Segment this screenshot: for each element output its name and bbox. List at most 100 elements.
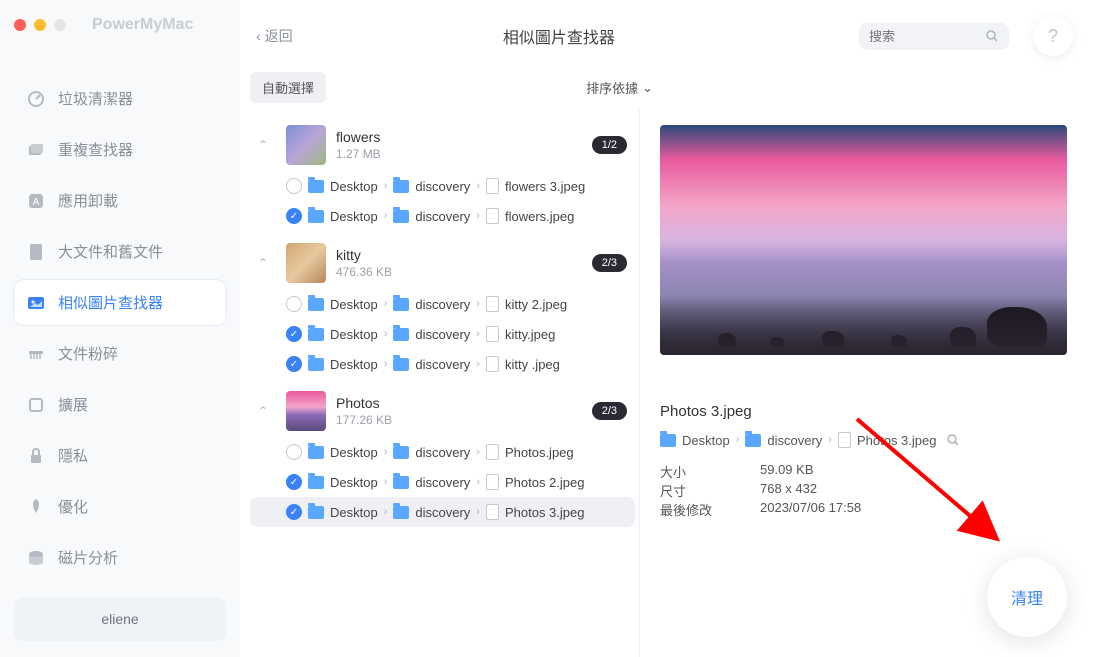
- file-name: flowers 3.jpeg: [505, 179, 585, 194]
- help-button[interactable]: ?: [1033, 16, 1073, 56]
- result-group: ⌃ Photos 177.26 KB 2/3 Desktop›discovery›…: [250, 385, 635, 527]
- auto-select-button[interactable]: 自動選擇: [250, 72, 326, 103]
- zoom-window-button[interactable]: [54, 19, 66, 31]
- file-checkbox[interactable]: [286, 178, 302, 194]
- app-icon: A: [26, 191, 46, 211]
- close-window-button[interactable]: [14, 19, 26, 31]
- path-segment: Desktop: [682, 433, 730, 448]
- file-checkbox[interactable]: [286, 296, 302, 312]
- sidebar-item-similar-image-finder[interactable]: 相似圖片查找器: [14, 280, 226, 325]
- chevron-right-icon: ›: [476, 476, 480, 488]
- file-checkbox[interactable]: [286, 444, 302, 460]
- sidebar-item-label: 擴展: [58, 394, 88, 415]
- file-icon: [486, 504, 499, 520]
- group-header[interactable]: ⌃ flowers 1.27 MB 1/2: [250, 119, 635, 171]
- file-icon: [486, 178, 499, 194]
- chevron-right-icon: ›: [476, 358, 480, 370]
- lock-icon: [26, 446, 46, 466]
- results-list[interactable]: ⌃ flowers 1.27 MB 1/2Desktop›discovery›f…: [240, 109, 640, 657]
- group-info: kitty 476.36 KB: [336, 247, 582, 279]
- back-button[interactable]: ‹ 返回: [250, 22, 299, 50]
- file-name: kitty .jpeg: [505, 357, 560, 372]
- file-row[interactable]: Desktop›discovery›Photos.jpeg: [250, 437, 635, 467]
- path-segment: Photos 3.jpeg: [857, 433, 937, 448]
- disk-icon: [26, 548, 46, 568]
- file-checkbox[interactable]: [286, 356, 302, 372]
- sort-label: 排序依據: [586, 78, 638, 97]
- sidebar-item-junk-cleaner[interactable]: 垃圾清潔器: [14, 76, 226, 121]
- path-segment: discovery: [415, 297, 470, 312]
- collapse-icon[interactable]: ⌃: [258, 256, 276, 270]
- chevron-right-icon: ›: [384, 210, 388, 222]
- file-name: Photos.jpeg: [505, 445, 574, 460]
- group-thumbnail: [286, 391, 326, 431]
- group-count-badge: 2/3: [592, 254, 627, 272]
- sidebar-item-app-uninstall[interactable]: A 應用卸載: [14, 178, 226, 223]
- minimize-window-button[interactable]: [34, 19, 46, 31]
- reveal-in-finder-button[interactable]: [946, 433, 960, 447]
- image-icon: [26, 293, 46, 313]
- sidebar-item-large-old-files[interactable]: 大文件和舊文件: [14, 229, 226, 274]
- chevron-right-icon: ›: [828, 434, 832, 446]
- search-input[interactable]: [869, 29, 985, 44]
- sidebar-item-label: 磁片分析: [58, 547, 118, 568]
- group-header[interactable]: ⌃ Photos 177.26 KB 2/3: [250, 385, 635, 437]
- collapse-icon[interactable]: ⌃: [258, 404, 276, 418]
- clean-button[interactable]: 清理: [987, 557, 1067, 637]
- group-size: 177.26 KB: [336, 413, 582, 427]
- sidebar-item-privacy[interactable]: 隱私: [14, 433, 226, 478]
- group-name: flowers: [336, 129, 582, 145]
- folder-icon: [393, 358, 409, 371]
- search-field-wrap[interactable]: [859, 23, 1009, 50]
- question-icon: ?: [1048, 26, 1058, 47]
- file-checkbox[interactable]: [286, 208, 302, 224]
- folder-icon: [745, 434, 761, 447]
- sidebar-item-label: 優化: [58, 496, 88, 517]
- sidebar-item-duplicate-finder[interactable]: 重複查找器: [14, 127, 226, 172]
- result-group: ⌃ flowers 1.27 MB 1/2Desktop›discovery›f…: [250, 119, 635, 231]
- folder-icon: [393, 476, 409, 489]
- file-row[interactable]: Desktop›discovery›Photos 3.jpeg: [250, 497, 635, 527]
- file-row[interactable]: Desktop›discovery›kitty.jpeg: [250, 319, 635, 349]
- file-row[interactable]: Desktop›discovery›flowers 3.jpeg: [250, 171, 635, 201]
- folder-icon: [308, 506, 324, 519]
- path-segment: Desktop: [330, 327, 378, 342]
- sidebar-item-disk-analysis[interactable]: 磁片分析: [14, 535, 226, 580]
- file-checkbox[interactable]: [286, 474, 302, 490]
- file-checkbox[interactable]: [286, 326, 302, 342]
- preview-path: Desktop›discovery›Photos 3.jpeg: [660, 432, 1067, 448]
- path-segment: Desktop: [330, 445, 378, 460]
- sort-dropdown[interactable]: 排序依據 ⌄: [586, 78, 653, 97]
- file-checkbox[interactable]: [286, 504, 302, 520]
- group-header[interactable]: ⌃ kitty 476.36 KB 2/3: [250, 237, 635, 289]
- search-icon: [985, 29, 999, 43]
- main-area: ‹ 返回 相似圖片查找器 ? 自動選擇 排序依據 ⌄ ⌃ flowers 1.2…: [240, 0, 1097, 657]
- meta-dimensions-label: 尺寸: [660, 481, 760, 500]
- sidebar-item-optimize[interactable]: 優化: [14, 484, 226, 529]
- sidebar-item-file-shredder[interactable]: 文件粉碎: [14, 331, 226, 376]
- user-account[interactable]: eliene: [14, 597, 226, 641]
- user-name: eliene: [101, 611, 138, 627]
- chevron-right-icon: ›: [476, 328, 480, 340]
- file-row[interactable]: Desktop›discovery›kitty .jpeg: [250, 349, 635, 379]
- meta-size-value: 59.09 KB: [760, 462, 814, 481]
- path-segment: Desktop: [330, 179, 378, 194]
- path-segment: Desktop: [330, 475, 378, 490]
- meta-dimensions-value: 768 x 432: [760, 481, 817, 500]
- file-row[interactable]: Desktop›discovery›Photos 2.jpeg: [250, 467, 635, 497]
- file-row[interactable]: Desktop›discovery›kitty 2.jpeg: [250, 289, 635, 319]
- collapse-icon[interactable]: ⌃: [258, 138, 276, 152]
- chevron-right-icon: ›: [384, 446, 388, 458]
- group-name: kitty: [336, 247, 582, 263]
- sidebar-item-extensions[interactable]: 擴展: [14, 382, 226, 427]
- group-size: 1.27 MB: [336, 147, 582, 161]
- svg-text:A: A: [33, 197, 40, 208]
- rocket-icon: [26, 497, 46, 517]
- folder-icon: [308, 476, 324, 489]
- file-row[interactable]: Desktop›discovery›flowers.jpeg: [250, 201, 635, 231]
- group-thumbnail: [286, 125, 326, 165]
- sidebar: PowerMyMac 垃圾清潔器 重複查找器 A 應用卸載 大文件和舊文件 相似…: [0, 0, 240, 657]
- folder-icon: [393, 506, 409, 519]
- folder-icon: [308, 358, 324, 371]
- chevron-right-icon: ›: [384, 298, 388, 310]
